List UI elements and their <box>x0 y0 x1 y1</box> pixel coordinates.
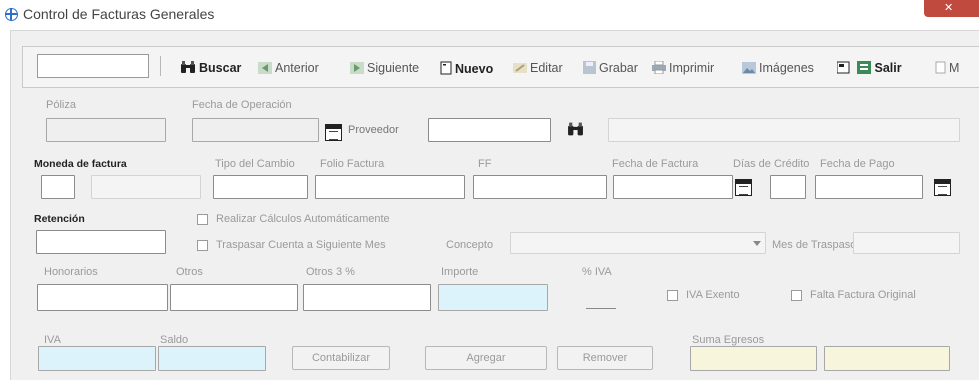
poliza-label: Póliza <box>46 99 76 111</box>
search-provider-icon[interactable] <box>567 122 584 142</box>
dias-credito-label: Días de Crédito <box>733 158 810 170</box>
otros3-label: Otros 3 % <box>306 266 355 278</box>
honorarios-label: Honorarios <box>44 266 98 278</box>
ff-label: FF <box>478 158 492 170</box>
proveedor-label: Proveedor <box>348 124 399 136</box>
printer-icon <box>652 60 666 77</box>
iva-exento-checkbox[interactable] <box>667 290 678 301</box>
otros-label: Otros <box>176 266 203 278</box>
dias-credito-field[interactable] <box>770 175 806 199</box>
honorarios-field[interactable] <box>37 284 168 311</box>
retencion-field[interactable] <box>36 230 166 254</box>
images-icon <box>742 62 756 77</box>
fecha-pago-label: Fecha de Pago <box>820 158 895 170</box>
exit-button[interactable]: Salir <box>836 61 902 77</box>
next-button[interactable]: Siguiente <box>350 61 419 77</box>
new-document-icon <box>440 61 452 78</box>
tipo-cambio-field[interactable] <box>213 175 308 199</box>
document-icon <box>935 61 946 77</box>
images-button[interactable]: Imágenes <box>742 61 814 77</box>
suma-egresos-label: Suma Egresos <box>692 334 765 346</box>
moneda-desc-field <box>91 175 201 199</box>
exit-icon <box>857 61 872 77</box>
fecha-pago-field[interactable] <box>815 175 923 199</box>
save-icon <box>583 61 596 77</box>
suma-egresos-field-2 <box>824 346 950 371</box>
otros3-field[interactable] <box>303 284 431 311</box>
new-button[interactable]: Nuevo <box>440 61 493 78</box>
mes-traspaso-label: Mes de Traspaso <box>772 239 857 251</box>
door-icon <box>836 61 851 77</box>
traspasar-checkbox[interactable] <box>197 240 208 251</box>
search-button[interactable]: Buscar <box>180 61 241 77</box>
arrow-right-icon <box>350 62 364 77</box>
save-button[interactable]: Grabar <box>583 61 638 77</box>
app-icon <box>5 8 18 21</box>
saldo-label: Saldo <box>160 334 189 346</box>
agregar-button[interactable]: Agregar <box>425 346 547 370</box>
close-icon: ✕ <box>944 2 954 14</box>
calendar-icon[interactable] <box>325 124 342 141</box>
mes-traspaso-field <box>853 232 960 254</box>
calendar-icon[interactable] <box>735 179 752 196</box>
pct-iva-label: % IVA <box>582 266 612 278</box>
iva-exento-label: IVA Exento <box>686 289 740 301</box>
traspasar-label: Traspasar Cuenta a Siguiente Mes <box>216 239 386 251</box>
concepto-label: Concepto <box>446 239 494 251</box>
more-button[interactable]: M <box>935 61 959 77</box>
falta-factura-label: Falta Factura Original <box>810 289 916 301</box>
tipo-cambio-label: Tipo del Cambio <box>215 158 295 170</box>
chevron-down-icon <box>753 241 761 246</box>
proveedor-field[interactable] <box>428 118 551 142</box>
saldo-field[interactable] <box>158 346 266 371</box>
importe-label: Importe <box>441 266 479 278</box>
folio-factura-field[interactable] <box>315 175 465 199</box>
falta-factura-checkbox[interactable] <box>791 290 802 301</box>
fecha-operacion-field[interactable] <box>192 118 319 142</box>
realizar-calculos-label: Realizar Cálculos Automáticamente <box>216 213 390 225</box>
suma-egresos-field <box>690 346 817 371</box>
iva-field[interactable] <box>38 346 156 371</box>
ff-field[interactable] <box>473 175 607 199</box>
calendar-icon[interactable] <box>934 179 951 196</box>
moneda-code-field[interactable] <box>41 175 75 199</box>
binoculars-icon <box>180 61 196 77</box>
fecha-factura-field[interactable] <box>613 175 733 199</box>
folio-factura-label: Folio Factura <box>320 158 385 170</box>
otros-field[interactable] <box>170 284 298 311</box>
arrow-left-icon <box>258 62 272 77</box>
realizar-calculos-checkbox[interactable] <box>197 214 208 225</box>
close-button[interactable]: ✕ <box>924 0 979 17</box>
previous-button[interactable]: Anterior <box>258 61 319 77</box>
moneda-label: Moneda de factura <box>34 158 127 170</box>
edit-icon <box>513 62 527 77</box>
print-button[interactable]: Imprimir <box>652 60 714 77</box>
proveedor-name-field <box>608 118 960 142</box>
toolbar-separator <box>160 56 161 76</box>
pct-iva-value-line <box>586 308 616 309</box>
fecha-factura-label: Fecha de Factura <box>612 158 699 170</box>
contabilizar-button[interactable]: Contabilizar <box>292 346 390 370</box>
edit-button[interactable]: Editar <box>513 61 563 77</box>
iva-label: IVA <box>44 334 61 346</box>
record-search-input[interactable] <box>37 54 149 78</box>
importe-field[interactable] <box>438 284 548 311</box>
fecha-operacion-label: Fecha de Operación <box>192 99 292 111</box>
poliza-field[interactable] <box>46 118 166 142</box>
window-title: Control de Facturas Generales <box>23 6 215 22</box>
retencion-label: Retención <box>34 213 85 225</box>
toolbar <box>22 46 979 88</box>
remover-button[interactable]: Remover <box>557 346 653 370</box>
concepto-select[interactable] <box>510 232 766 254</box>
